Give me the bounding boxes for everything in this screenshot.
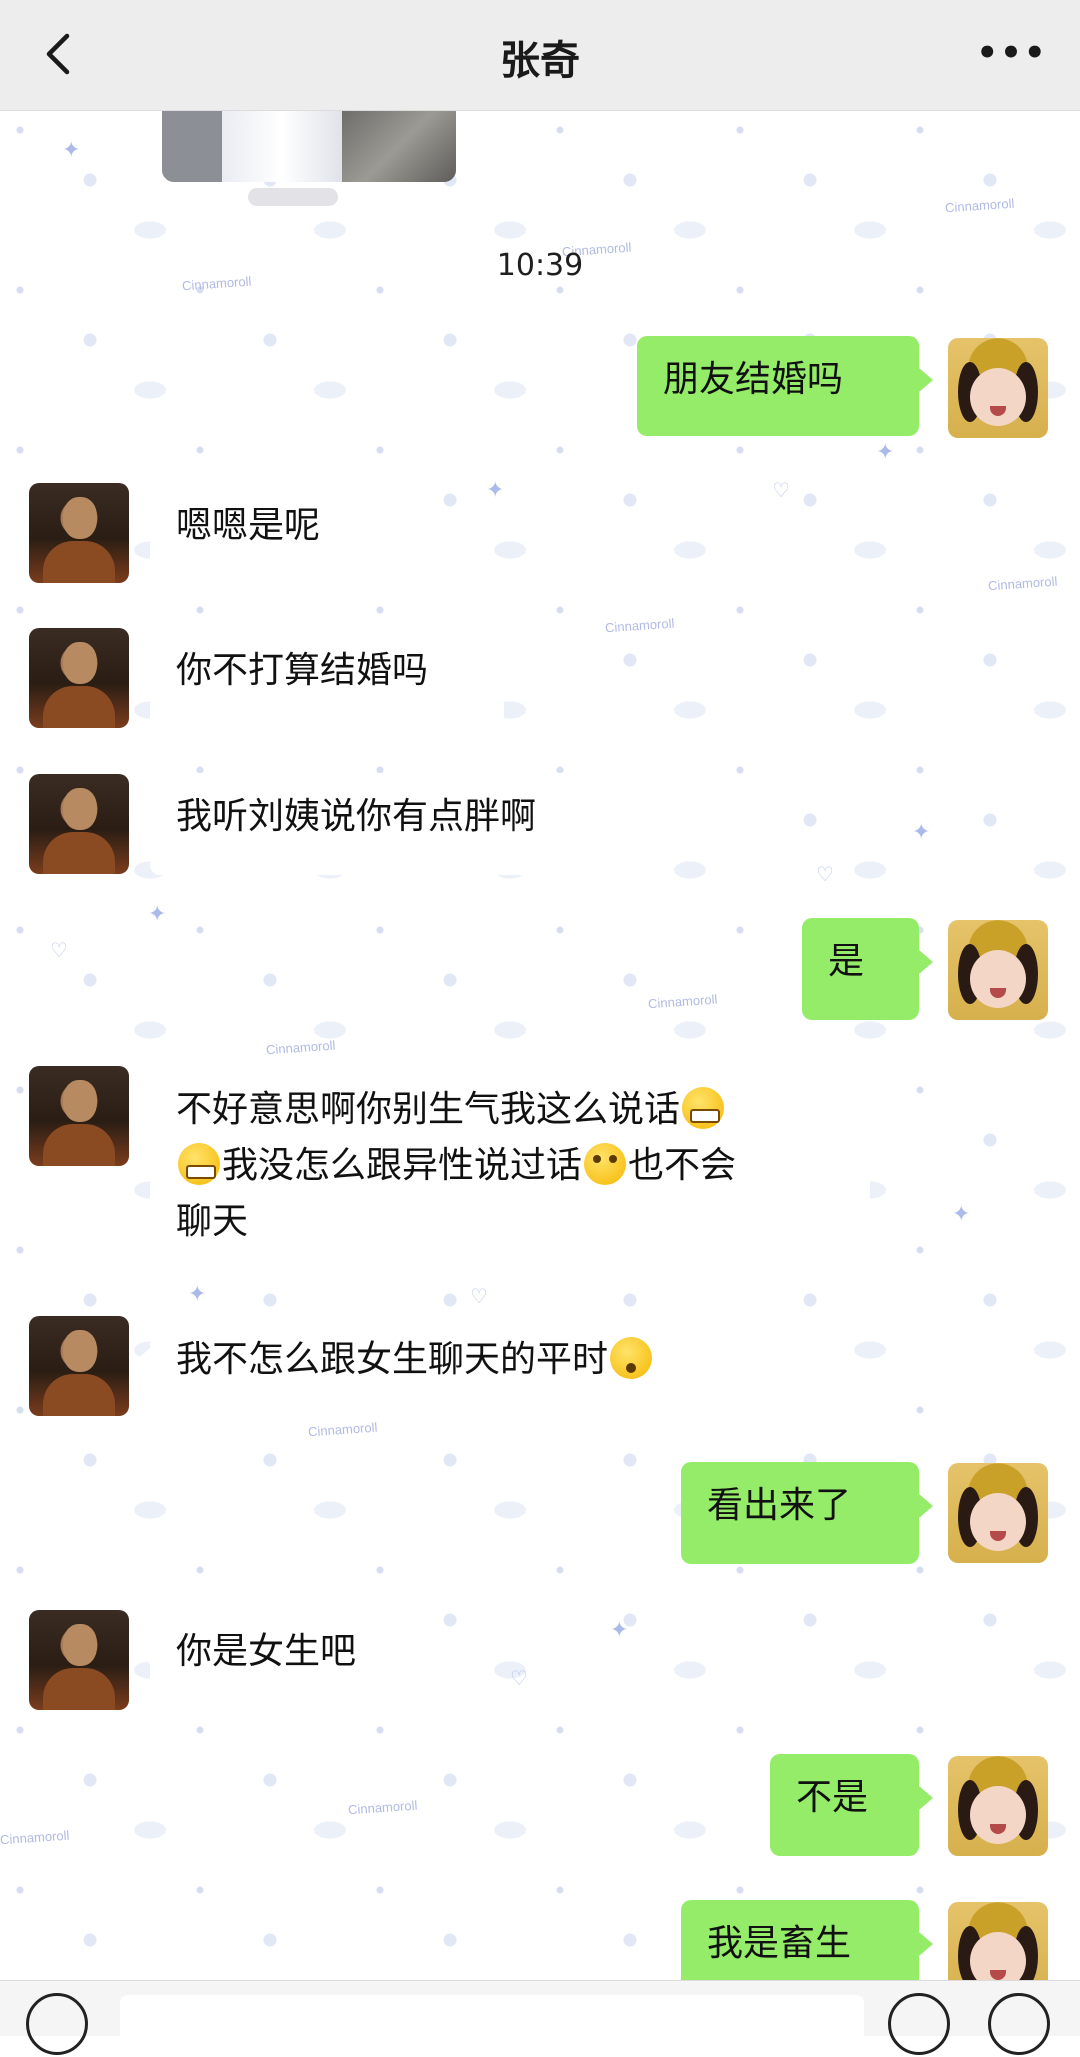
heart-icon: ♡ xyxy=(816,862,834,886)
message-bubble-other[interactable]: 嗯嗯是呢 xyxy=(136,482,386,584)
wallpaper-logo-text: Cinnamoroll xyxy=(987,573,1058,594)
message-bubble-self[interactable]: 朋友结婚吗 xyxy=(637,336,933,436)
emoji-picker-button[interactable] xyxy=(888,1993,950,2055)
message-bubble-self[interactable]: 是 xyxy=(802,918,933,1020)
sparkle-icon: ✦ xyxy=(148,902,167,927)
contact-avatar[interactable] xyxy=(29,1066,129,1166)
heart-icon: ♡ xyxy=(50,938,68,962)
wallpaper-logo-text: Cinnamoroll xyxy=(347,1797,418,1818)
more-actions-button[interactable] xyxy=(988,1993,1050,2055)
heart-icon: ♡ xyxy=(510,1666,528,1690)
wallpaper-logo-text: Cinnamoroll xyxy=(944,195,1015,216)
wallpaper-logo-text: Cinnamoroll xyxy=(307,1419,378,1440)
wallpaper-logo-text: Cinnamoroll xyxy=(0,1827,70,1848)
image-part xyxy=(342,110,456,182)
message-text: 是 xyxy=(828,941,865,982)
chat-input-bar xyxy=(0,1980,1080,2057)
message-bubble-other[interactable]: 你不打算结婚吗 xyxy=(136,627,504,729)
wallpaper-logo-text: Cinnamoroll xyxy=(265,1037,336,1058)
message-bubble-self[interactable]: 看出来了 xyxy=(681,1462,933,1564)
message-text: 嗯嗯是呢 xyxy=(176,505,321,546)
self-avatar[interactable] xyxy=(948,920,1048,1020)
voice-input-button[interactable] xyxy=(26,1993,88,2055)
self-avatar[interactable] xyxy=(948,338,1048,438)
sparkle-icon: ✦ xyxy=(876,440,895,465)
image-message[interactable] xyxy=(162,110,456,182)
heart-icon: ♡ xyxy=(772,478,790,502)
message-timestamp: 10:39 xyxy=(496,248,584,283)
flushed-emoji-icon xyxy=(584,1143,627,1185)
chat-title: 张奇 xyxy=(500,38,580,84)
message-text: 我是畜生 xyxy=(707,1923,852,1964)
message-text: 我不怎么跟女生聊天的平时 xyxy=(176,1339,609,1380)
grinning-emoji-icon xyxy=(682,1087,725,1129)
astonished-emoji-icon xyxy=(610,1337,653,1379)
image-part xyxy=(162,110,222,182)
wallpaper-logo-text: Cinnamoroll xyxy=(604,615,675,636)
contact-avatar[interactable] xyxy=(29,628,129,728)
chat-header: 张奇 ••• xyxy=(0,0,1080,111)
message-text: 你不打算结婚吗 xyxy=(176,650,429,691)
contact-avatar[interactable] xyxy=(29,483,129,583)
message-text: 聊天 xyxy=(176,1201,249,1242)
grinning-emoji-icon xyxy=(178,1143,220,1185)
sparkle-icon: ✦ xyxy=(952,1202,971,1227)
message-text: 看出来了 xyxy=(707,1485,852,1526)
image-part xyxy=(222,110,342,182)
message-text: 不是 xyxy=(796,1777,869,1818)
message-text: 你是女生吧 xyxy=(176,1631,357,1672)
sparkle-icon: ✦ xyxy=(610,1618,629,1643)
image-loading-bar xyxy=(248,188,338,206)
sparkle-icon: ✦ xyxy=(188,1282,207,1307)
message-text: 我没怎么跟异性说过话 xyxy=(222,1145,583,1186)
wallpaper-logo-text: Cinnamoroll xyxy=(647,991,718,1012)
message-text: 朋友结婚吗 xyxy=(663,359,844,400)
more-options-button[interactable]: ••• xyxy=(976,28,1045,78)
message-bubble-other[interactable]: 你是女生吧 xyxy=(136,1608,436,1710)
message-text: 不好意思啊你别生气我这么说话 xyxy=(176,1089,681,1130)
message-bubble-other[interactable]: 我不怎么跟女生聊天的平时 xyxy=(136,1316,778,1418)
self-avatar[interactable] xyxy=(948,1756,1048,1856)
message-text: 也不会 xyxy=(628,1145,737,1186)
message-text: 我听刘姨说你有点胖啊 xyxy=(176,796,537,837)
message-bubble-self[interactable]: 不是 xyxy=(770,1754,933,1856)
contact-avatar[interactable] xyxy=(29,1316,129,1416)
message-bubble-other[interactable]: 我听刘姨说你有点胖啊 xyxy=(136,773,640,875)
message-input[interactable] xyxy=(120,1995,864,2057)
sparkle-icon: ✦ xyxy=(62,138,81,163)
self-avatar[interactable] xyxy=(948,1463,1048,1563)
more-icon: ••• xyxy=(976,33,1048,73)
sparkle-icon: ✦ xyxy=(912,820,931,845)
contact-avatar[interactable] xyxy=(29,774,129,874)
contact-avatar[interactable] xyxy=(29,1610,129,1710)
message-bubble-other[interactable]: 不好意思啊你别生气我这么说话 我没怎么跟异性说过话 也不会 聊天 xyxy=(136,1064,870,1268)
heart-icon: ♡ xyxy=(470,1284,488,1308)
sparkle-icon: ✦ xyxy=(486,478,505,503)
